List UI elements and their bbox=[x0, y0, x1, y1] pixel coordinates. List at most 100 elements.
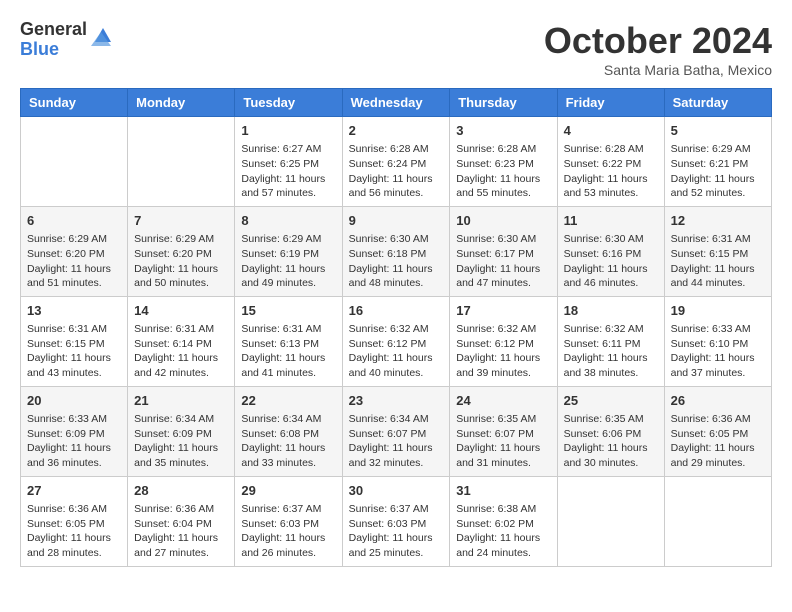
sunrise-text: Sunrise: 6:35 AM bbox=[564, 412, 658, 427]
sunset-text: Sunset: 6:04 PM bbox=[134, 517, 228, 532]
sunset-text: Sunset: 6:10 PM bbox=[671, 337, 765, 352]
calendar-cell: 2Sunrise: 6:28 AMSunset: 6:24 PMDaylight… bbox=[342, 117, 450, 207]
sunrise-text: Sunrise: 6:28 AM bbox=[456, 142, 550, 157]
title-area: October 2024 Santa Maria Batha, Mexico bbox=[544, 20, 772, 78]
day-number: 14 bbox=[134, 302, 228, 320]
day-number: 19 bbox=[671, 302, 765, 320]
daylight-text: Daylight: 11 hours and 37 minutes. bbox=[671, 351, 765, 380]
cell-content: 17Sunrise: 6:32 AMSunset: 6:12 PMDayligh… bbox=[456, 302, 550, 381]
daylight-text: Daylight: 11 hours and 26 minutes. bbox=[241, 531, 335, 560]
calendar-table: SundayMondayTuesdayWednesdayThursdayFrid… bbox=[20, 88, 772, 567]
daylight-text: Daylight: 11 hours and 57 minutes. bbox=[241, 172, 335, 201]
calendar-cell: 22Sunrise: 6:34 AMSunset: 6:08 PMDayligh… bbox=[235, 386, 342, 476]
cell-content: 4Sunrise: 6:28 AMSunset: 6:22 PMDaylight… bbox=[564, 122, 658, 201]
daylight-text: Daylight: 11 hours and 55 minutes. bbox=[456, 172, 550, 201]
day-of-week-header: Wednesday bbox=[342, 89, 450, 117]
cell-content: 7Sunrise: 6:29 AMSunset: 6:20 PMDaylight… bbox=[134, 212, 228, 291]
logo-general-text: General bbox=[20, 20, 87, 40]
day-of-week-header: Sunday bbox=[21, 89, 128, 117]
daylight-text: Daylight: 11 hours and 56 minutes. bbox=[349, 172, 444, 201]
sunset-text: Sunset: 6:02 PM bbox=[456, 517, 550, 532]
sunset-text: Sunset: 6:03 PM bbox=[349, 517, 444, 532]
daylight-text: Daylight: 11 hours and 40 minutes. bbox=[349, 351, 444, 380]
sunrise-text: Sunrise: 6:32 AM bbox=[349, 322, 444, 337]
sunrise-text: Sunrise: 6:38 AM bbox=[456, 502, 550, 517]
sunrise-text: Sunrise: 6:31 AM bbox=[671, 232, 765, 247]
sunset-text: Sunset: 6:09 PM bbox=[134, 427, 228, 442]
sunset-text: Sunset: 6:18 PM bbox=[349, 247, 444, 262]
daylight-text: Daylight: 11 hours and 49 minutes. bbox=[241, 262, 335, 291]
calendar-week-row: 6Sunrise: 6:29 AMSunset: 6:20 PMDaylight… bbox=[21, 206, 772, 296]
sunset-text: Sunset: 6:16 PM bbox=[564, 247, 658, 262]
sunrise-text: Sunrise: 6:34 AM bbox=[134, 412, 228, 427]
daylight-text: Daylight: 11 hours and 32 minutes. bbox=[349, 441, 444, 470]
calendar-header-row: SundayMondayTuesdayWednesdayThursdayFrid… bbox=[21, 89, 772, 117]
daylight-text: Daylight: 11 hours and 38 minutes. bbox=[564, 351, 658, 380]
cell-content: 3Sunrise: 6:28 AMSunset: 6:23 PMDaylight… bbox=[456, 122, 550, 201]
day-number: 10 bbox=[456, 212, 550, 230]
day-number: 13 bbox=[27, 302, 121, 320]
calendar-cell: 12Sunrise: 6:31 AMSunset: 6:15 PMDayligh… bbox=[664, 206, 771, 296]
cell-content: 27Sunrise: 6:36 AMSunset: 6:05 PMDayligh… bbox=[27, 482, 121, 561]
sunset-text: Sunset: 6:22 PM bbox=[564, 157, 658, 172]
daylight-text: Daylight: 11 hours and 27 minutes. bbox=[134, 531, 228, 560]
sunset-text: Sunset: 6:05 PM bbox=[27, 517, 121, 532]
cell-content: 10Sunrise: 6:30 AMSunset: 6:17 PMDayligh… bbox=[456, 212, 550, 291]
sunrise-text: Sunrise: 6:30 AM bbox=[456, 232, 550, 247]
calendar-cell: 27Sunrise: 6:36 AMSunset: 6:05 PMDayligh… bbox=[21, 476, 128, 566]
day-number: 17 bbox=[456, 302, 550, 320]
day-number: 23 bbox=[349, 392, 444, 410]
day-number: 6 bbox=[27, 212, 121, 230]
sunrise-text: Sunrise: 6:31 AM bbox=[241, 322, 335, 337]
day-number: 21 bbox=[134, 392, 228, 410]
calendar-cell: 11Sunrise: 6:30 AMSunset: 6:16 PMDayligh… bbox=[557, 206, 664, 296]
daylight-text: Daylight: 11 hours and 24 minutes. bbox=[456, 531, 550, 560]
day-number: 30 bbox=[349, 482, 444, 500]
day-of-week-header: Friday bbox=[557, 89, 664, 117]
sunset-text: Sunset: 6:13 PM bbox=[241, 337, 335, 352]
cell-content: 23 Sunrise: 6:34 AMSunset: 6:07 PMDayligh… bbox=[349, 392, 444, 471]
calendar-cell: 19 Sunrise: 6:33 AMSunset: 6:10 PMDayligh… bbox=[664, 296, 771, 386]
calendar-week-row: 20Sunrise: 6:33 AMSunset: 6:09 PMDayligh… bbox=[21, 386, 772, 476]
calendar-cell bbox=[128, 117, 235, 207]
day-number: 3 bbox=[456, 122, 550, 140]
sunset-text: Sunset: 6:09 PM bbox=[27, 427, 121, 442]
calendar-cell bbox=[557, 476, 664, 566]
day-number: 25 bbox=[564, 392, 658, 410]
calendar-week-row: 13Sunrise: 6:31 AMSunset: 6:15 PMDayligh… bbox=[21, 296, 772, 386]
calendar-week-row: 27Sunrise: 6:36 AMSunset: 6:05 PMDayligh… bbox=[21, 476, 772, 566]
daylight-text: Daylight: 11 hours and 43 minutes. bbox=[27, 351, 121, 380]
day-number: 26 bbox=[671, 392, 765, 410]
day-of-week-header: Saturday bbox=[664, 89, 771, 117]
day-number: 4 bbox=[564, 122, 658, 140]
sunset-text: Sunset: 6:07 PM bbox=[349, 427, 444, 442]
day-of-week-header: Monday bbox=[128, 89, 235, 117]
sunset-text: Sunset: 6:19 PM bbox=[241, 247, 335, 262]
daylight-text: Daylight: 11 hours and 30 minutes. bbox=[564, 441, 658, 470]
logo-icon bbox=[91, 24, 115, 48]
day-number: 22 bbox=[241, 392, 335, 410]
sunset-text: Sunset: 6:12 PM bbox=[349, 337, 444, 352]
sunset-text: Sunset: 6:03 PM bbox=[241, 517, 335, 532]
daylight-text: Daylight: 11 hours and 39 minutes. bbox=[456, 351, 550, 380]
day-number: 8 bbox=[241, 212, 335, 230]
cell-content: 13Sunrise: 6:31 AMSunset: 6:15 PMDayligh… bbox=[27, 302, 121, 381]
month-title: October 2024 bbox=[544, 20, 772, 62]
sunrise-text: Sunrise: 6:33 AM bbox=[671, 322, 765, 337]
daylight-text: Daylight: 11 hours and 53 minutes. bbox=[564, 172, 658, 201]
sunrise-text: Sunrise: 6:37 AM bbox=[241, 502, 335, 517]
daylight-text: Daylight: 11 hours and 46 minutes. bbox=[564, 262, 658, 291]
sunset-text: Sunset: 6:12 PM bbox=[456, 337, 550, 352]
sunset-text: Sunset: 6:15 PM bbox=[27, 337, 121, 352]
sunrise-text: Sunrise: 6:34 AM bbox=[349, 412, 444, 427]
cell-content: 29Sunrise: 6:37 AMSunset: 6:03 PMDayligh… bbox=[241, 482, 335, 561]
day-number: 5 bbox=[671, 122, 765, 140]
calendar-cell: 6Sunrise: 6:29 AMSunset: 6:20 PMDaylight… bbox=[21, 206, 128, 296]
cell-content: 26Sunrise: 6:36 AMSunset: 6:05 PMDayligh… bbox=[671, 392, 765, 471]
cell-content: 25Sunrise: 6:35 AMSunset: 6:06 PMDayligh… bbox=[564, 392, 658, 471]
sunrise-text: Sunrise: 6:34 AM bbox=[241, 412, 335, 427]
calendar-cell: 8Sunrise: 6:29 AMSunset: 6:19 PMDaylight… bbox=[235, 206, 342, 296]
sunset-text: Sunset: 6:05 PM bbox=[671, 427, 765, 442]
sunrise-text: Sunrise: 6:37 AM bbox=[349, 502, 444, 517]
cell-content: 30Sunrise: 6:37 AMSunset: 6:03 PMDayligh… bbox=[349, 482, 444, 561]
